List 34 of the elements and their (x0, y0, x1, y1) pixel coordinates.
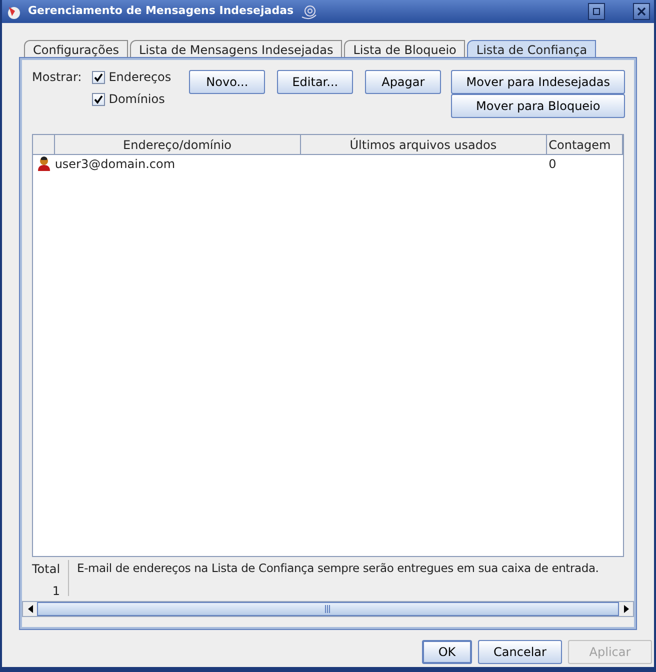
move-button[interactable]: Mover para Indesejadas (451, 70, 626, 94)
horizontal-scrollbar[interactable] (22, 601, 634, 617)
swirl-icon (300, 2, 318, 20)
action-button[interactable]: Novo... (189, 70, 266, 94)
grip-icon (325, 605, 331, 613)
tab[interactable]: Lista de Confiança (467, 40, 596, 58)
column-header[interactable]: Últimos arquivos usados (300, 135, 547, 154)
tab[interactable]: Lista de Mensagens Indesejadas (130, 40, 342, 58)
person-icon (36, 156, 51, 171)
checkbox-label: Endereços (108, 69, 172, 86)
tab[interactable]: Configurações (24, 40, 128, 58)
close-icon (637, 7, 646, 16)
right-arrow-icon (624, 605, 628, 613)
dialog-button[interactable]: OK (422, 640, 472, 664)
window-title: Gerenciamento de Mensagens Indesejadas (28, 3, 294, 20)
checkbox[interactable] (92, 70, 105, 84)
tab[interactable]: Lista de Bloqueio (344, 40, 466, 58)
show-label: Mostrar: (32, 69, 82, 86)
move-button[interactable]: Mover para Bloqueio (451, 94, 626, 118)
table-cell-text: user3@domain.com (54, 156, 176, 172)
total-label: Total (32, 561, 60, 578)
checkbox-label: Domínios (108, 91, 165, 108)
checkbox[interactable] (92, 92, 105, 106)
info-text: E-mail de endereços na Lista de Confiança sempre serão entregues em sua caixa de entrada. (76, 560, 599, 577)
action-button[interactable]: Editar... (277, 70, 354, 94)
dialog-button[interactable]: Cancelar (478, 640, 562, 664)
total-value: 1 (52, 583, 60, 600)
column-header[interactable]: Contagem (546, 135, 624, 154)
close-button[interactable] (633, 3, 650, 20)
left-arrow-icon (28, 605, 32, 613)
table-cell-text: 0 (548, 156, 558, 172)
action-button[interactable]: Apagar (365, 70, 442, 94)
column-header[interactable]: Endereço/domínio (54, 135, 301, 154)
maximize-button[interactable] (588, 3, 605, 20)
